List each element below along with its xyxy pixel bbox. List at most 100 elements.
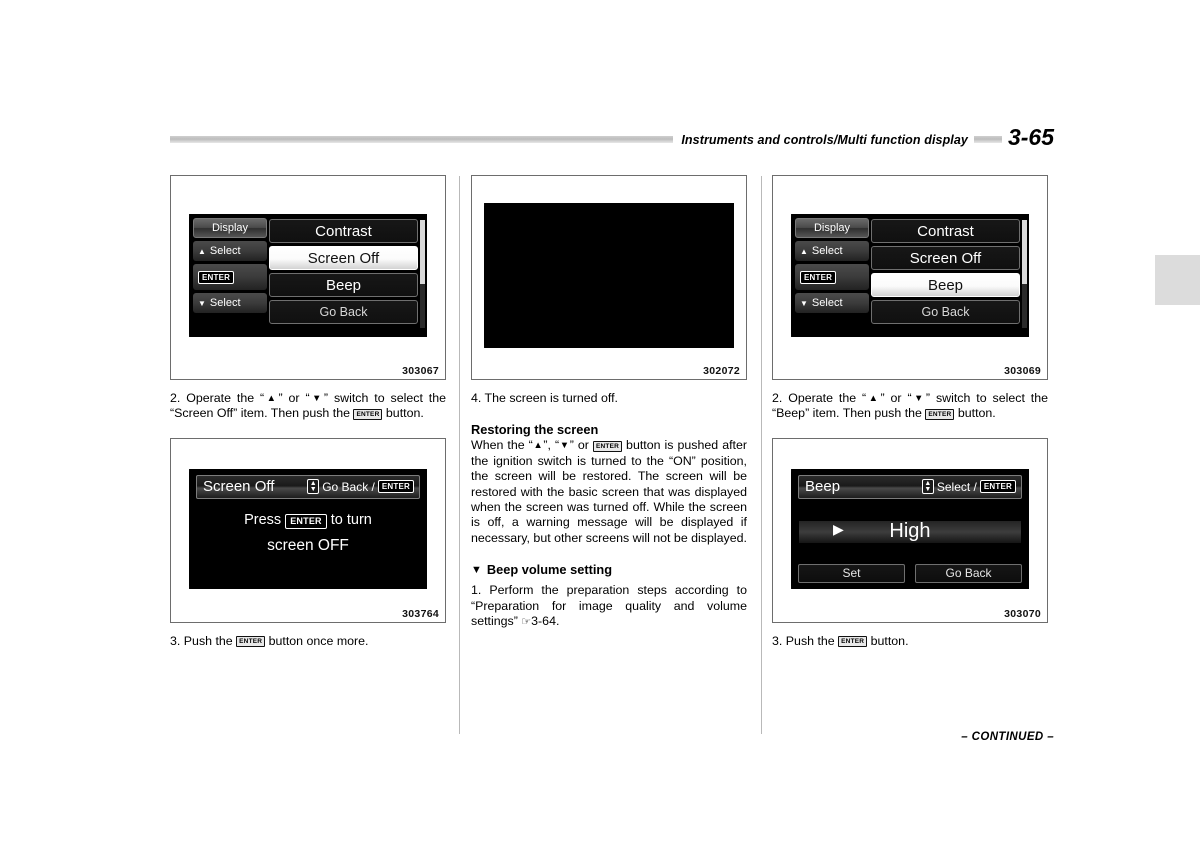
soft-key-select-up[interactable]: ▲ Select bbox=[795, 241, 869, 261]
column-2: 302072 4. The screen is turned off. Rest… bbox=[471, 175, 747, 630]
up-down-icon: ▲ ▼ bbox=[307, 479, 320, 495]
scrollbar[interactable] bbox=[1022, 220, 1027, 328]
enter-icon: ENTER bbox=[838, 636, 868, 648]
triangle-down-icon: ▼ bbox=[198, 298, 206, 308]
message-part-b: to turn bbox=[330, 511, 372, 528]
menu-item-contrast[interactable]: Contrast bbox=[871, 219, 1020, 243]
step-4-text: 4. The screen is turned off. bbox=[471, 391, 747, 406]
step-3-part-a: Push the bbox=[782, 633, 839, 648]
triangle-down-icon: ▼ bbox=[309, 393, 324, 404]
figure-303067: Display ▲ Select ENTER ▼ Select Contrast… bbox=[170, 175, 446, 380]
beep-volume-setting-heading: ▼ Beep volume setting bbox=[471, 562, 747, 577]
triangle-up-icon: ▲ bbox=[198, 246, 206, 256]
scrollbar-thumb[interactable] bbox=[420, 220, 425, 284]
screen-hint: ▲ ▼ Select / ENTER bbox=[921, 479, 1021, 495]
page-header: Instruments and controls/Multi function … bbox=[170, 123, 1054, 153]
column-3: Display ▲ Select ENTER ▼ Select Contrast… bbox=[772, 175, 1048, 649]
step-3-part-a: Push the bbox=[180, 633, 237, 648]
soft-key-select-down[interactable]: ▼ Select bbox=[193, 293, 267, 313]
scrollbar[interactable] bbox=[420, 220, 425, 328]
soft-key-select-up[interactable]: ▲ Select bbox=[193, 241, 267, 261]
soft-key-enter[interactable]: ENTER bbox=[193, 264, 267, 290]
restoring-part-a: When the “ bbox=[471, 438, 533, 453]
restoring-the-screen-heading: Restoring the screen bbox=[471, 422, 599, 438]
step-3-number: 3. bbox=[772, 633, 783, 648]
soft-key-display[interactable]: Display bbox=[193, 218, 267, 238]
figure-id: 302072 bbox=[703, 365, 740, 377]
figure-id: 303069 bbox=[1004, 365, 1041, 377]
step-2-part-b: ” or “ bbox=[278, 391, 310, 405]
step-2-part-d: button. bbox=[382, 406, 424, 421]
mfd-menu-screen-2: Display ▲ Select ENTER ▼ Select Contrast… bbox=[791, 214, 1029, 337]
triangle-down-icon: ▼ bbox=[471, 564, 482, 577]
step-2-number: 2. bbox=[170, 391, 181, 405]
section-edge-tab bbox=[1155, 255, 1200, 305]
enter-icon: ENTER bbox=[925, 408, 955, 420]
step-2-part-a: Operate the “ bbox=[782, 391, 867, 405]
step-2-part-d: button. bbox=[954, 406, 996, 421]
restoring-part-b: ”, “ bbox=[543, 438, 560, 453]
enter-icon: ENTER bbox=[979, 480, 1016, 494]
soft-key-select-down[interactable]: ▼ Select bbox=[795, 293, 869, 313]
step-2-text: 2. Operate the “▲” or “▼” switch to sele… bbox=[170, 391, 446, 422]
figure-303070: Beep ▲ ▼ Select / ENTER ▶ High Set Go Bac… bbox=[772, 437, 1048, 623]
step-3-part-b: button once more. bbox=[265, 633, 369, 648]
screen-hint: ▲ ▼ Go Back / ENTER bbox=[307, 479, 419, 495]
enter-icon: ENTER bbox=[592, 440, 623, 452]
restoring-part-c: ” or bbox=[569, 438, 593, 453]
enter-icon: ENTER bbox=[198, 270, 235, 284]
triangle-up-icon: ▲ bbox=[532, 440, 544, 452]
menu-item-go-back[interactable]: Go Back bbox=[269, 300, 418, 324]
triangle-down-icon: ▼ bbox=[911, 393, 926, 404]
mfd-beep-volume-screen: Beep ▲ ▼ Select / ENTER ▶ High Set Go Bac… bbox=[791, 468, 1029, 589]
step-3-part-b: button. bbox=[867, 633, 909, 648]
mfd-screen-off-confirm: Screen Off ▲ ▼ Go Back / ENTER Press ENTE… bbox=[189, 468, 427, 589]
enter-icon: ENTER bbox=[377, 480, 414, 494]
menu-item-screen-off[interactable]: Screen Off bbox=[871, 246, 1020, 270]
figure-303069: Display ▲ Select ENTER ▼ Select Contrast… bbox=[772, 175, 1048, 380]
caret-right-icon: ▶ bbox=[833, 520, 844, 537]
soft-key-column: Display ▲ Select ENTER ▼ Select bbox=[189, 214, 267, 337]
triangle-up-icon: ▲ bbox=[866, 393, 881, 404]
column-divider-1 bbox=[459, 176, 460, 734]
menu-item-screen-off[interactable]: Screen Off bbox=[269, 246, 418, 270]
screen-buttons: Set Go Back bbox=[798, 563, 1022, 583]
continued-marker: – CONTINUED – bbox=[961, 731, 1054, 743]
step-2-number: 2. bbox=[772, 391, 783, 405]
restoring-part-d: button is pushed after the ignition swit… bbox=[471, 438, 748, 545]
beep-volume-value: High bbox=[889, 520, 931, 543]
page-title: Instruments and controls/Multi function … bbox=[673, 131, 974, 149]
scrollbar-thumb[interactable] bbox=[1022, 220, 1027, 284]
beep-step-1-part-a: Perform the preparation steps according … bbox=[471, 583, 747, 629]
hint-label: Select / bbox=[936, 479, 977, 494]
soft-key-select-up-label: Select bbox=[209, 245, 241, 257]
triangle-down-icon: ▼ bbox=[559, 440, 570, 452]
soft-key-display-label: Display bbox=[813, 222, 851, 234]
up-down-icon: ▲ ▼ bbox=[921, 479, 934, 495]
menu-item-beep[interactable]: Beep bbox=[871, 273, 1020, 297]
triangle-down-icon: ▼ bbox=[800, 298, 808, 308]
soft-key-display[interactable]: Display bbox=[795, 218, 869, 238]
step-4-number: 4. bbox=[471, 391, 482, 405]
set-button[interactable]: Set bbox=[798, 563, 905, 583]
figure-id: 303067 bbox=[402, 365, 439, 377]
message-line-2: screen OFF bbox=[267, 536, 349, 554]
figure-id: 303764 bbox=[402, 607, 439, 620]
soft-key-display-label: Display bbox=[211, 222, 249, 234]
mfd-menu-screen-1: Display ▲ Select ENTER ▼ Select Contrast… bbox=[189, 214, 427, 337]
figure-303764: Screen Off ▲ ▼ Go Back / ENTER Press ENTE… bbox=[170, 437, 446, 623]
menu-item-beep[interactable]: Beep bbox=[269, 273, 418, 297]
go-back-button[interactable]: Go Back bbox=[915, 563, 1022, 583]
soft-key-select-up-label: Select bbox=[811, 245, 843, 257]
menu-item-contrast[interactable]: Contrast bbox=[269, 219, 418, 243]
step-2-text: 2. Operate the “▲” or “▼” switch to sele… bbox=[772, 391, 1048, 422]
menu-list: Contrast Screen Off Beep Go Back bbox=[267, 214, 427, 337]
soft-key-enter[interactable]: ENTER bbox=[795, 264, 869, 290]
beep-step-1-page-ref[interactable]: 3-64. bbox=[531, 614, 559, 628]
beep-step-1-number: 1. bbox=[471, 583, 482, 598]
page-reference-hand-icon: ☞ bbox=[521, 616, 532, 629]
triangle-up-icon: ▲ bbox=[800, 246, 808, 256]
screen-title: Beep bbox=[805, 478, 841, 496]
menu-item-go-back[interactable]: Go Back bbox=[871, 300, 1020, 324]
enter-icon: ENTER bbox=[800, 270, 837, 284]
